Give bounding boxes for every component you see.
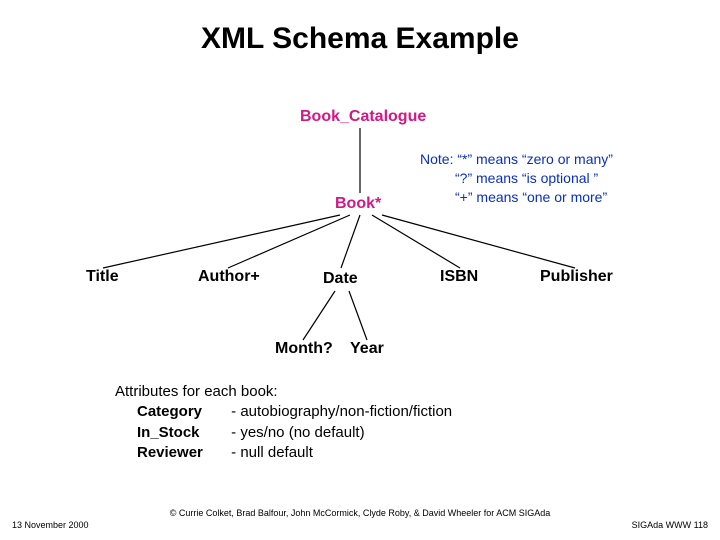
slide: XML Schema Example Book_Catalogue Book* … — [0, 0, 720, 540]
attr-instock-label: In_Stock — [137, 423, 227, 443]
node-book-catalogue: Book_Catalogue — [300, 108, 426, 126]
attr-instock-desc: - yes/no (no default) — [231, 424, 364, 441]
node-year: Year — [350, 340, 384, 358]
attr-category-label: Category — [137, 402, 227, 422]
attrs-header: Attributes for each book: — [115, 382, 452, 402]
legend-note: Note: “*” means “zero or many” “?” means… — [420, 150, 613, 207]
node-author: Author+ — [198, 268, 260, 286]
slide-title: XML Schema Example — [0, 22, 720, 56]
node-title: Title — [86, 268, 119, 286]
node-publisher: Publisher — [540, 268, 613, 286]
node-month: Month? — [275, 340, 333, 358]
footer-copyright: © Currie Colket, Brad Balfour, John McCo… — [0, 508, 720, 518]
node-isbn: ISBN — [440, 268, 478, 286]
attributes-block: Attributes for each book: Category - aut… — [115, 382, 452, 463]
note-line3: “+” means “one or more” — [455, 189, 607, 205]
attr-category-desc: - autobiography/non-fiction/fiction — [231, 403, 452, 420]
note-line1: Note: “*” means “zero or many” — [420, 151, 613, 167]
footer-right: SIGAda WWW 118 — [632, 520, 708, 530]
attr-reviewer-desc: - null default — [231, 444, 313, 461]
node-book: Book* — [335, 195, 381, 213]
node-date: Date — [323, 270, 358, 288]
footer-date: 13 November 2000 — [12, 520, 89, 530]
note-line2: “?” means “is optional ” — [455, 170, 598, 186]
attr-reviewer-label: Reviewer — [137, 443, 227, 463]
